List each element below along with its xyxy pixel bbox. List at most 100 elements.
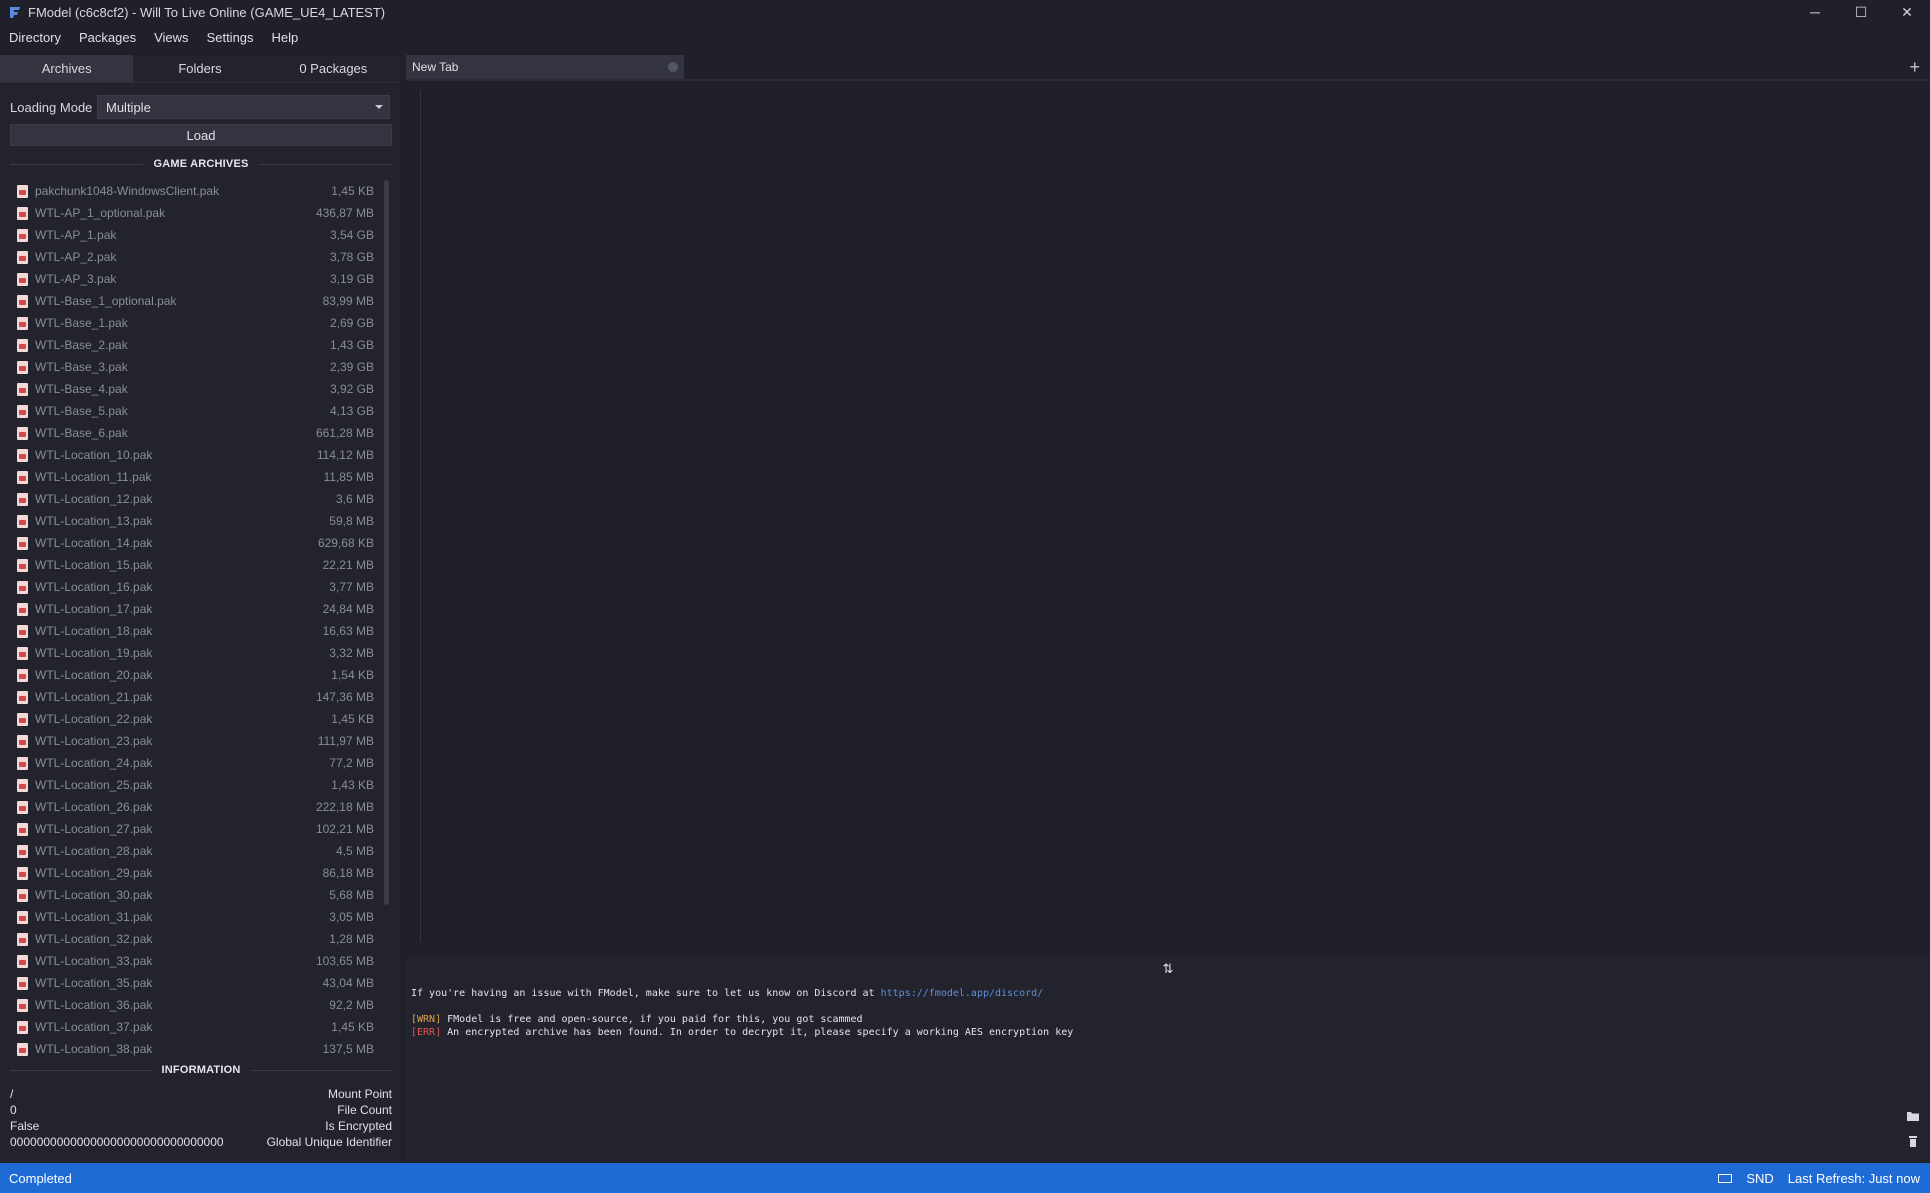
archive-size: 24,84 MB [322, 602, 374, 616]
list-item[interactable]: WTL-Location_20.pak 1,54 KB [14, 664, 374, 686]
archive-size: 147,36 MB [315, 690, 374, 704]
archive-name: WTL-Location_32.pak [35, 932, 153, 946]
list-item[interactable]: WTL-Location_16.pak 3,77 MB [14, 576, 374, 598]
archive-size: 3,77 MB [329, 580, 374, 594]
keyboard-icon[interactable] [1718, 1173, 1733, 1183]
list-item[interactable]: WTL-Location_23.pak 111,97 MB [14, 730, 374, 752]
archive-size: 222,18 MB [315, 800, 374, 814]
tab-folders[interactable]: Folders [133, 55, 267, 83]
archive-name: WTL-Location_18.pak [35, 624, 153, 638]
pak-file-icon [17, 932, 28, 946]
archive-name: WTL-Location_33.pak [35, 954, 153, 968]
list-item[interactable]: WTL-Location_14.pak 629,68 KB [14, 532, 374, 554]
list-item[interactable]: WTL-Location_25.pak 1,43 KB [14, 774, 374, 796]
menu-settings[interactable]: Settings [198, 27, 263, 49]
tab-archives[interactable]: Archives [0, 55, 134, 83]
list-item[interactable]: WTL-Location_35.pak 43,04 MB [14, 972, 374, 994]
archive-name: WTL-Location_16.pak [35, 580, 153, 594]
panel-splitter[interactable]: ⇅ [406, 956, 1930, 982]
list-item[interactable]: WTL-Location_33.pak 103,65 MB [14, 950, 374, 972]
archive-name: WTL-Base_2.pak [35, 338, 128, 352]
pak-file-icon [17, 580, 28, 594]
list-item[interactable]: WTL-Location_28.pak 4,5 MB [14, 840, 374, 862]
loading-mode-value: Multiple [106, 99, 151, 115]
pak-file-icon [17, 228, 28, 242]
list-item[interactable]: WTL-Base_4.pak 3,92 GB [14, 378, 374, 400]
archive-size: 103,65 MB [315, 954, 374, 968]
list-item[interactable]: WTL-Location_18.pak 16,63 MB [14, 620, 374, 642]
list-item[interactable]: WTL-Location_32.pak 1,28 MB [14, 928, 374, 950]
minimize-button[interactable]: ─ [1792, 0, 1838, 24]
list-item[interactable]: WTL-Location_10.pak 114,12 MB [14, 444, 374, 466]
menu-help[interactable]: Help [263, 27, 308, 49]
tab-new-tab[interactable]: New Tab [406, 55, 684, 79]
list-item[interactable]: WTL-AP_3.pak 3,19 GB [14, 268, 374, 290]
snd-indicator[interactable]: SND [1746, 1171, 1773, 1186]
tab-packages[interactable]: 0 Packages [266, 55, 400, 83]
divider [250, 1069, 392, 1071]
archive-size: 1,54 KB [331, 668, 374, 682]
archive-name: WTL-AP_3.pak [35, 272, 117, 286]
divider [258, 163, 392, 165]
list-item[interactable]: WTL-Location_36.pak 92,2 MB [14, 994, 374, 1016]
folder-icon[interactable] [1907, 1111, 1919, 1122]
list-item[interactable]: WTL-Base_5.pak 4,13 GB [14, 400, 374, 422]
list-item[interactable]: WTL-Base_1_optional.pak 83,99 MB [14, 290, 374, 312]
list-item[interactable]: WTL-Location_11.pak 11,85 MB [14, 466, 374, 488]
list-item[interactable]: WTL-Location_12.pak 3,6 MB [14, 488, 374, 510]
left-panel: Archives Folders 0 Packages Loading Mode… [0, 55, 400, 1163]
list-item[interactable]: WTL-Location_37.pak 1,45 KB [14, 1016, 374, 1038]
load-button[interactable]: Load [10, 124, 392, 146]
close-tab-icon[interactable] [668, 62, 678, 72]
list-item[interactable]: WTL-Location_21.pak 147,36 MB [14, 686, 374, 708]
list-item[interactable]: WTL-Base_6.pak 661,28 MB [14, 422, 374, 444]
archive-size: 5,68 MB [329, 888, 374, 902]
loading-mode-select[interactable]: Multiple [97, 95, 390, 119]
list-item[interactable]: WTL-Base_3.pak 2,39 GB [14, 356, 374, 378]
list-item[interactable]: WTL-Location_24.pak 77,2 MB [14, 752, 374, 774]
archive-name: WTL-AP_1_optional.pak [35, 206, 166, 220]
list-item[interactable]: WTL-Location_38.pak 137,5 MB [14, 1038, 374, 1060]
list-item[interactable]: WTL-Base_1.pak 2,69 GB [14, 312, 374, 334]
list-item[interactable]: WTL-Location_31.pak 3,05 MB [14, 906, 374, 928]
list-item[interactable]: WTL-Location_30.pak 5,68 MB [14, 884, 374, 906]
archive-size: 2,39 GB [329, 360, 374, 374]
maximize-button[interactable]: ☐ [1838, 0, 1884, 24]
log-line-error: [ERR] An encrypted archive has been foun… [411, 1026, 1925, 1039]
archive-list-scrollbar[interactable] [384, 180, 389, 905]
pak-file-icon [17, 778, 28, 792]
archive-size: 3,05 MB [329, 910, 374, 924]
list-item[interactable]: WTL-Location_19.pak 3,32 MB [14, 642, 374, 664]
pak-file-icon [17, 360, 28, 374]
text-editor[interactable] [410, 83, 1924, 956]
archive-size: 1,45 KB [331, 184, 374, 198]
list-item[interactable]: WTL-AP_2.pak 3,78 GB [14, 246, 374, 268]
archive-name: WTL-Base_3.pak [35, 360, 128, 374]
discord-link[interactable]: https://fmodel.app/discord/ [881, 988, 1044, 999]
pak-file-icon [17, 536, 28, 550]
log-blank-line [411, 1000, 1925, 1013]
menu-packages[interactable]: Packages [70, 27, 145, 49]
pak-file-icon [17, 712, 28, 726]
list-item[interactable]: WTL-Base_2.pak 1,43 GB [14, 334, 374, 356]
close-button[interactable]: ✕ [1884, 0, 1930, 24]
pak-file-icon [17, 734, 28, 748]
list-item[interactable]: pakchunk1048-WindowsClient.pak 1,45 KB [14, 180, 374, 202]
list-item[interactable]: WTL-Location_26.pak 222,18 MB [14, 796, 374, 818]
tab-new-tab-label: New Tab [412, 60, 459, 74]
list-item[interactable]: WTL-Location_15.pak 22,21 MB [14, 554, 374, 576]
add-tab-icon[interactable]: + [1909, 58, 1920, 76]
game-archives-header: GAME ARCHIVES [10, 156, 392, 172]
trash-icon[interactable] [1907, 1136, 1919, 1147]
list-item[interactable]: WTL-Location_27.pak 102,21 MB [14, 818, 374, 840]
pak-file-icon [17, 448, 28, 462]
list-item[interactable]: WTL-Location_22.pak 1,45 KB [14, 708, 374, 730]
menu-directory[interactable]: Directory [0, 27, 70, 49]
list-item[interactable]: WTL-AP_1.pak 3,54 GB [14, 224, 374, 246]
list-item[interactable]: WTL-AP_1_optional.pak 436,87 MB [14, 202, 374, 224]
menu-views[interactable]: Views [145, 27, 197, 49]
pak-file-icon [17, 800, 28, 814]
list-item[interactable]: WTL-Location_29.pak 86,18 MB [14, 862, 374, 884]
list-item[interactable]: WTL-Location_17.pak 24,84 MB [14, 598, 374, 620]
list-item[interactable]: WTL-Location_13.pak 59,8 MB [14, 510, 374, 532]
